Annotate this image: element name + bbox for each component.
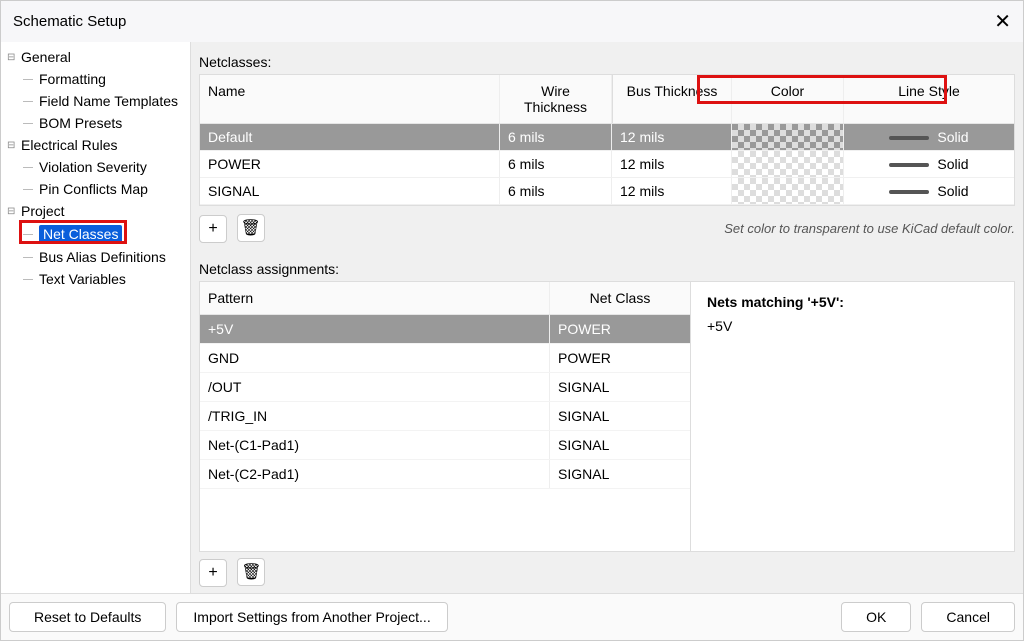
tree-project[interactable]: ⊟Project — [1, 200, 190, 222]
collapse-icon[interactable]: ⊟ — [7, 140, 19, 151]
tree-label: Net Classes — [39, 225, 122, 243]
tree-label: Electrical Rules — [21, 137, 117, 153]
tree-violation-severity[interactable]: Violation Severity — [1, 156, 190, 178]
assignments-area: Pattern Net Class +5VPOWERGNDPOWER/OUTSI… — [199, 281, 1015, 552]
netclass-cell[interactable]: SIGNAL — [550, 373, 690, 401]
add-assignment-button[interactable]: + — [199, 559, 227, 587]
content-panel: Netclasses: Name Wire Thickness Bus Thic… — [191, 42, 1023, 593]
pattern-cell[interactable]: +5V — [200, 315, 550, 343]
delete-assignment-button[interactable]: 🗑 — [237, 558, 265, 586]
pattern-cell[interactable]: /TRIG_IN — [200, 402, 550, 430]
settings-tree: ⊟General Formatting Field Name Templates… — [1, 42, 191, 593]
assignment-row[interactable]: /OUTSIGNAL — [200, 373, 690, 402]
collapse-icon[interactable]: ⊟ — [7, 52, 19, 63]
bus-thickness-cell[interactable]: 12 mils — [612, 151, 732, 177]
netclass-cell[interactable]: SIGNAL — [550, 431, 690, 459]
netclass-cell[interactable]: SIGNAL — [550, 460, 690, 488]
match-item: +5V — [707, 318, 998, 334]
match-panel: Nets matching '+5V': +5V — [690, 282, 1014, 551]
netclass-toolbar: + 🗑 Set color to transparent to use KiCa… — [191, 206, 1023, 251]
delete-netclass-button[interactable]: 🗑 — [237, 214, 265, 242]
assignment-row[interactable]: +5VPOWER — [200, 315, 690, 344]
tree-bus-alias-definitions[interactable]: Bus Alias Definitions — [1, 246, 190, 268]
assign-header-row: Pattern Net Class — [200, 282, 690, 315]
col-net-class[interactable]: Net Class — [550, 282, 690, 314]
assignment-row[interactable]: GNDPOWER — [200, 344, 690, 373]
tree-formatting[interactable]: Formatting — [1, 68, 190, 90]
line-style-cell[interactable]: Solid — [844, 178, 1014, 204]
tree-general[interactable]: ⊟General — [1, 46, 190, 68]
color-hint: Set color to transparent to use KiCad de… — [724, 221, 1015, 236]
wire-thickness-cell[interactable]: 6 mils — [500, 124, 612, 150]
cancel-button[interactable]: Cancel — [921, 602, 1015, 632]
assignment-row[interactable]: Net-(C1-Pad1)SIGNAL — [200, 431, 690, 460]
tree-label: General — [21, 49, 71, 65]
netclass-name[interactable]: POWER — [200, 151, 500, 177]
netclass-name[interactable]: SIGNAL — [200, 178, 500, 204]
footer: Reset to Defaults Import Settings from A… — [1, 593, 1023, 640]
titlebar: Schematic Setup ✕ — [1, 1, 1023, 42]
netclass-cell[interactable]: SIGNAL — [550, 402, 690, 430]
netclass-table: Name Wire Thickness Bus Thickness Color … — [199, 74, 1015, 206]
col-bus-thickness[interactable]: Bus Thickness — [612, 75, 732, 123]
window-title: Schematic Setup — [13, 13, 126, 30]
match-title: Nets matching '+5V': — [707, 294, 998, 310]
import-settings-button[interactable]: Import Settings from Another Project... — [176, 602, 447, 632]
tree-net-classes[interactable]: Net Classes — [1, 222, 190, 246]
line-style-cell[interactable]: Solid — [844, 151, 1014, 177]
pattern-cell[interactable]: Net-(C1-Pad1) — [200, 431, 550, 459]
color-cell[interactable] — [732, 151, 844, 177]
pattern-cell[interactable]: /OUT — [200, 373, 550, 401]
wire-thickness-cell[interactable]: 6 mils — [500, 151, 612, 177]
add-netclass-button[interactable]: + — [199, 215, 227, 243]
schematic-setup-window: Schematic Setup ✕ ⊟General Formatting Fi… — [0, 0, 1024, 641]
netclass-row[interactable]: SIGNAL6 mils12 mils Solid — [200, 178, 1014, 205]
netclass-cell[interactable]: POWER — [550, 315, 690, 343]
line-style-cell[interactable]: Solid — [844, 124, 1014, 150]
netclass-header-row: Name Wire Thickness Bus Thickness Color … — [200, 75, 1014, 124]
collapse-icon[interactable]: ⊟ — [7, 206, 19, 217]
wire-thickness-cell[interactable]: 6 mils — [500, 178, 612, 204]
assignment-row[interactable]: Net-(C2-Pad1)SIGNAL — [200, 460, 690, 489]
netclass-row[interactable]: POWER6 mils12 mils Solid — [200, 151, 1014, 178]
col-pattern[interactable]: Pattern — [200, 282, 550, 314]
color-cell[interactable] — [732, 124, 844, 150]
col-wire-thickness[interactable]: Wire Thickness — [500, 75, 612, 123]
netclass-row[interactable]: Default6 mils12 mils Solid — [200, 124, 1014, 151]
assignments-label: Netclass assignments: — [191, 251, 1023, 281]
col-color[interactable]: Color — [732, 75, 844, 123]
netclass-name[interactable]: Default — [200, 124, 500, 150]
bus-thickness-cell[interactable]: 12 mils — [612, 124, 732, 150]
tree-pin-conflicts-map[interactable]: Pin Conflicts Map — [1, 178, 190, 200]
tree-field-name-templates[interactable]: Field Name Templates — [1, 90, 190, 112]
pattern-cell[interactable]: GND — [200, 344, 550, 372]
col-name[interactable]: Name — [200, 75, 500, 123]
tree-text-variables[interactable]: Text Variables — [1, 268, 190, 290]
bus-thickness-cell[interactable]: 12 mils — [612, 178, 732, 204]
pattern-cell[interactable]: Net-(C2-Pad1) — [200, 460, 550, 488]
col-line-style[interactable]: Line Style — [844, 75, 1014, 123]
tree-electrical-rules[interactable]: ⊟Electrical Rules — [1, 134, 190, 156]
tree-bom-presets[interactable]: BOM Presets — [1, 112, 190, 134]
netclass-cell[interactable]: POWER — [550, 344, 690, 372]
close-icon[interactable]: ✕ — [994, 9, 1011, 34]
ok-button[interactable]: OK — [841, 602, 911, 632]
assignment-row[interactable]: /TRIG_INSIGNAL — [200, 402, 690, 431]
color-cell[interactable] — [732, 178, 844, 204]
netclasses-label: Netclasses: — [191, 42, 1023, 74]
reset-defaults-button[interactable]: Reset to Defaults — [9, 602, 166, 632]
tree-label: Project — [21, 203, 65, 219]
